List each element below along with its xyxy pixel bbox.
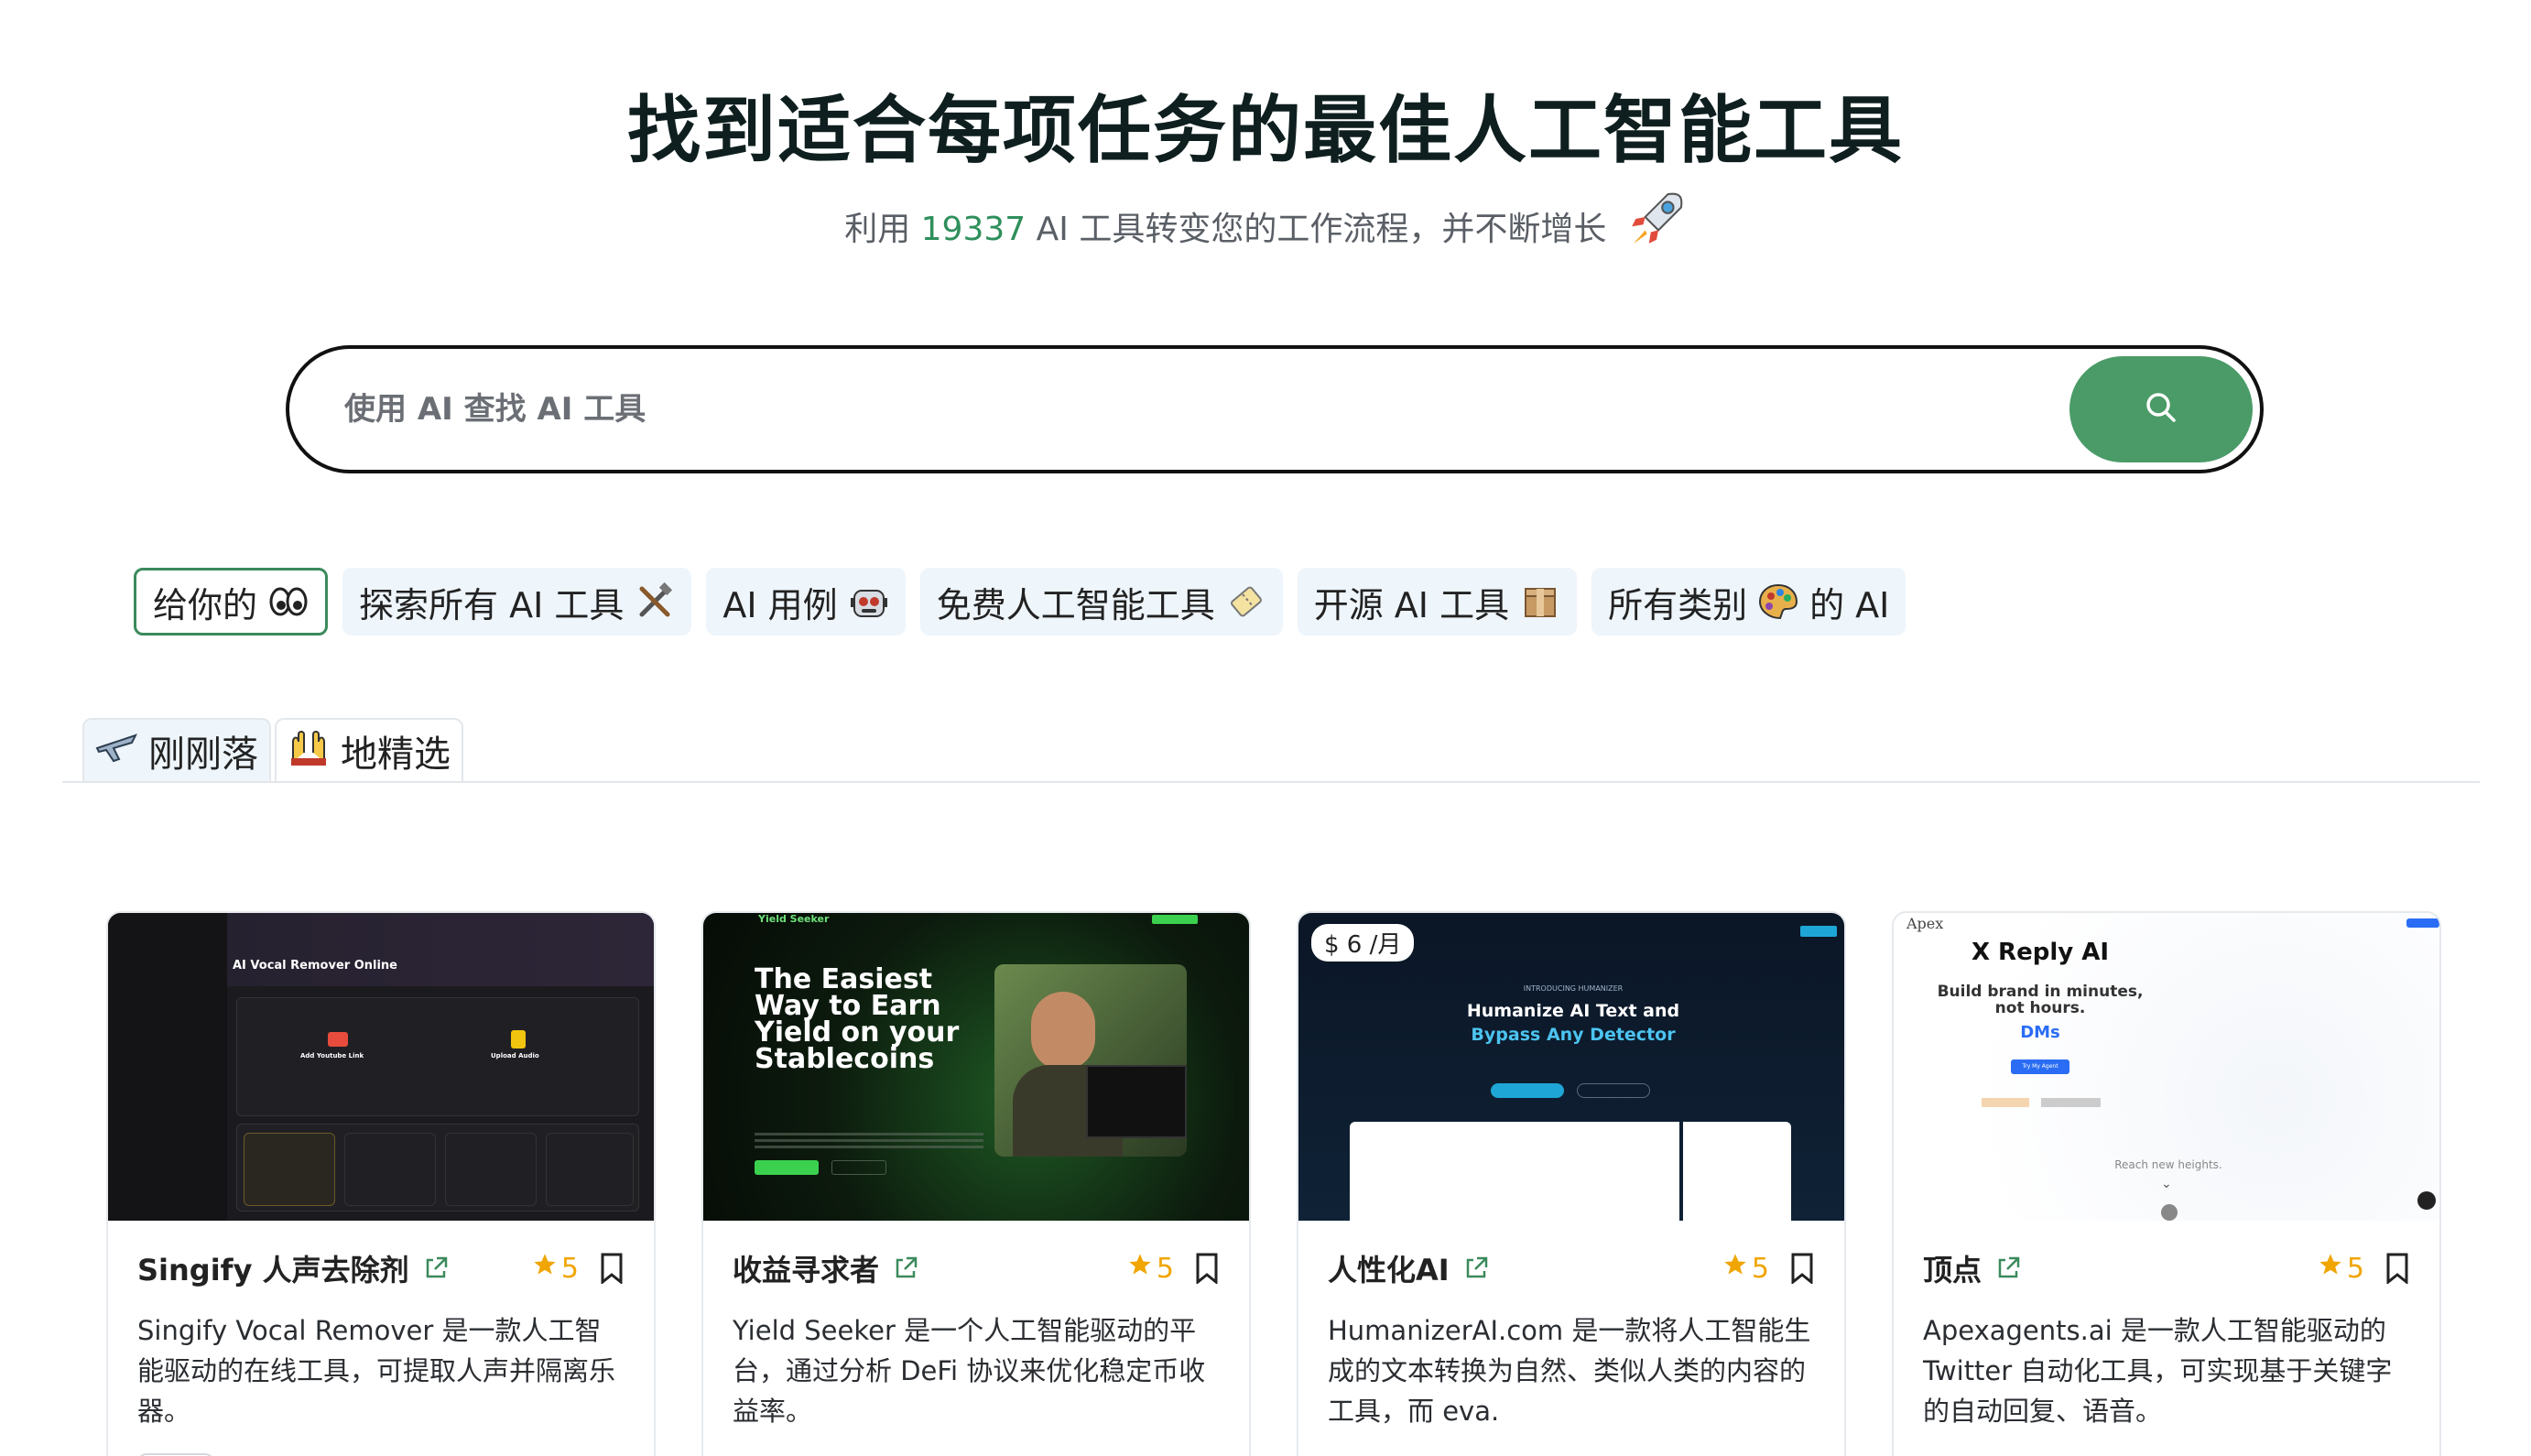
thumb-brand: Yield Seeker — [758, 913, 830, 925]
thumb-title: X Reply AI — [1971, 939, 2110, 966]
bookmark-icon[interactable] — [1194, 1253, 1220, 1284]
thumb-right-label: Upload Audio — [491, 1052, 539, 1059]
search-button[interactable] — [2069, 356, 2253, 462]
category-chips: 给你的 探索所有 AI 工具 AI 用例 免费人工智能工具 开源 AI 工具 所… — [134, 568, 1906, 636]
subtitle-suffix: AI 工具转变您的工作流程，并不断增长 — [1036, 211, 1607, 248]
tool-name[interactable]: 顶点 — [1923, 1247, 1982, 1289]
chip-free-tools[interactable]: 免费人工智能工具 — [919, 568, 1283, 636]
tool-card[interactable]: $ 6 /月 INTRODUCING HUMANIZER Humanize AI… — [1297, 911, 1846, 1456]
chip-label: 给你的 — [153, 584, 258, 625]
tool-screenshot: $ 6 /月 INTRODUCING HUMANIZER Humanize AI… — [1298, 913, 1844, 1221]
chip-label: AI 用例 — [722, 584, 838, 625]
headline-line: The Easiest — [755, 963, 933, 995]
palette-icon — [1758, 581, 1798, 622]
tab-label: 刚刚落 — [148, 733, 258, 776]
chip-label: 探索所有 AI 工具 — [359, 584, 625, 625]
bookmark-icon[interactable] — [1789, 1253, 1815, 1284]
star-icon — [1127, 1252, 1153, 1285]
robot-icon — [849, 581, 889, 622]
tab-label: 地精选 — [341, 733, 451, 776]
rating: 5 — [2318, 1252, 2364, 1285]
tool-card[interactable]: Yield Seeker The Easiest Way to Earn Yie… — [701, 911, 1251, 1456]
hero-photo — [994, 964, 1187, 1157]
rating-value: 5 — [560, 1252, 579, 1285]
tool-card-grid: AI Vocal Remover Online Add Youtube Link… — [106, 911, 2441, 1456]
headline-line: Yield on your — [755, 1016, 960, 1049]
tool-screenshot: Yield Seeker The Easiest Way to Earn Yie… — [703, 913, 1249, 1221]
thumb-footer: Reach new heights. — [2114, 1158, 2222, 1171]
rating-value: 5 — [2346, 1252, 2364, 1285]
thumb-kicker: INTRODUCING HUMANIZER — [1523, 984, 1624, 993]
chip-open-source[interactable]: 开源 AI 工具 — [1297, 568, 1578, 636]
external-link-icon[interactable] — [1462, 1255, 1490, 1282]
tool-screenshot: AI Vocal Remover Online Add Youtube Link… — [108, 913, 654, 1221]
thumb-headline-2: Bypass Any Detector — [1471, 1025, 1676, 1045]
rating: 5 — [532, 1252, 579, 1285]
headline-line: Stablecoins — [755, 1043, 935, 1075]
search-bar — [286, 345, 2264, 473]
eyes-icon — [268, 581, 309, 622]
chip-label: 开源 AI 工具 — [1313, 584, 1510, 625]
thumb-headline: Humanize AI Text and — [1466, 1001, 1680, 1021]
rocket-icon — [1626, 189, 1687, 257]
headline-line: Way to Earn — [755, 990, 941, 1022]
external-link-icon[interactable] — [892, 1255, 919, 1282]
chip-for-you[interactable]: 给你的 — [134, 568, 329, 636]
rating-value: 5 — [1751, 1252, 1769, 1285]
chip-label: 所有类别 — [1608, 584, 1748, 625]
package-icon — [1520, 581, 1560, 622]
page-subtitle: 利用 19337 AI 工具转变您的工作流程，并不断增长 — [0, 189, 2531, 257]
external-link-icon[interactable] — [422, 1255, 450, 1282]
external-link-icon[interactable] — [1994, 1255, 2022, 1282]
star-icon — [2318, 1252, 2343, 1285]
thumb-brand: Apex — [1906, 915, 1944, 932]
thumb-accent: DMs — [2020, 1023, 2060, 1042]
price-badge: $ 6 /月 — [1311, 924, 1415, 962]
tool-card[interactable]: AI Vocal Remover Online Add Youtube Link… — [106, 911, 656, 1456]
chevron-down-icon: ⌄ — [2161, 1177, 2172, 1191]
thumb-button: Try My Agent — [2011, 1059, 2069, 1074]
rating: 5 — [1127, 1252, 1174, 1285]
search-icon — [2143, 389, 2179, 429]
chip-all-categories[interactable]: 所有类别 的 AI — [1591, 568, 1906, 636]
bookmark-icon[interactable] — [599, 1253, 625, 1284]
tab-just-landed[interactable]: 刚刚落 — [82, 718, 271, 782]
chip-label: 免费人工智能工具 — [936, 584, 1215, 625]
page-title: 找到适合每项任务的最佳人工智能工具 — [627, 88, 1904, 173]
rating: 5 — [1722, 1252, 1769, 1285]
tool-count: 19337 — [920, 211, 1027, 248]
tool-description: Apexagents.ai 是一款人工智能驱动的 Twitter 自动化工具，可… — [1923, 1315, 2393, 1427]
star-icon — [1722, 1252, 1748, 1285]
tool-description: Yield Seeker 是一个人工智能驱动的平台，通过分析 DeFi 协议来优… — [733, 1315, 1206, 1427]
tool-card[interactable]: Apex X Reply AI Build brand in minutes, … — [1892, 911, 2441, 1456]
thumb-heading: AI Vocal Remover Online — [233, 959, 397, 972]
ticket-icon — [1226, 581, 1266, 622]
search-input[interactable] — [344, 382, 2066, 437]
tool-name[interactable]: 人性化AI — [1328, 1247, 1450, 1289]
tools-icon — [635, 581, 675, 622]
airplane-icon — [95, 728, 137, 774]
thumb-line-1: Build brand in minutes, — [1937, 983, 2144, 1001]
rating-value: 5 — [1156, 1252, 1174, 1285]
raised-hands-icon — [288, 725, 330, 777]
star-icon — [532, 1252, 558, 1285]
tool-description: HumanizerAI.com 是一款将人工智能生成的文本转换为自然、类似人类的… — [1328, 1315, 1811, 1427]
chip-use-cases[interactable]: AI 用例 — [706, 568, 906, 636]
bookmark-icon[interactable] — [2384, 1253, 2410, 1284]
tool-name[interactable]: 收益寻求者 — [733, 1247, 879, 1289]
chip-explore-all[interactable]: 探索所有 AI 工具 — [342, 568, 692, 636]
tool-name[interactable]: Singify 人声去除剂 — [137, 1247, 409, 1289]
thumb-left-label: Add Youtube Link — [300, 1052, 364, 1059]
chip-label-suffix: 的 AI — [1809, 584, 1890, 625]
chat-icon — [2417, 1191, 2436, 1210]
tool-tabs: 刚刚落 地精选 — [82, 718, 463, 782]
subtitle-prefix: 利用 — [844, 211, 911, 248]
thumb-line-2: not hours. — [1994, 999, 2086, 1017]
tool-screenshot: Apex X Reply AI Build brand in minutes, … — [1894, 913, 2439, 1221]
tool-description: Singify Vocal Remover 是一款人工智能驱动的在线工具，可提取… — [137, 1315, 616, 1427]
tab-curated[interactable]: 地精选 — [275, 718, 463, 782]
tabs-divider — [62, 781, 2480, 783]
thumb-headline: The Easiest Way to Earn Yield on your St… — [755, 963, 993, 1075]
